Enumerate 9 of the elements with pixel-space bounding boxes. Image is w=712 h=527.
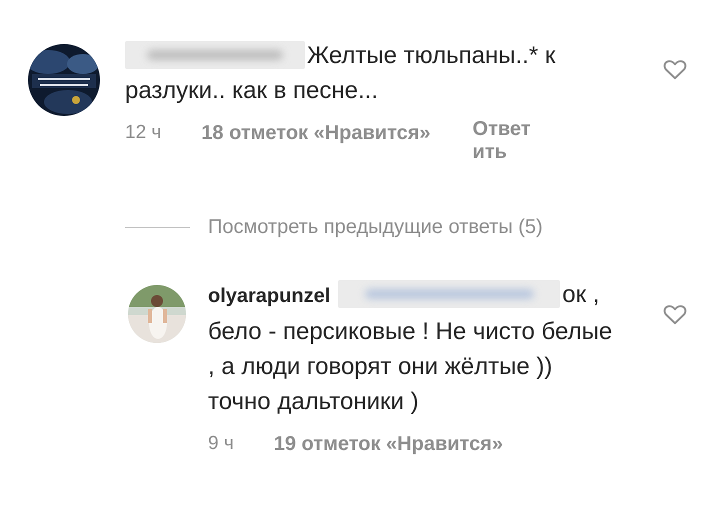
likes-count-link[interactable]: 19 отметок «Нравится»: [274, 433, 503, 456]
comment-text: olyarapunzel ок , бело - персиковые ! Не чисто белые , а люди говорят они жёлтые )) точно дальтоники ): [208, 279, 614, 417]
comment-text: Желтые тюльпаны..* к разлуки.. как в песне...: [125, 40, 556, 106]
view-replies-link[interactable]: Посмотреть предыдущие ответы (5): [208, 216, 543, 239]
comment-time: 12 ч: [125, 122, 162, 144]
reply-link[interactable]: Ответить: [472, 118, 541, 164]
comment-time: 9 ч: [208, 433, 234, 455]
likes-count-link[interactable]: 18 отметок «Нравится»: [201, 122, 431, 145]
username-link[interactable]: olyarapunzel: [208, 285, 330, 307]
